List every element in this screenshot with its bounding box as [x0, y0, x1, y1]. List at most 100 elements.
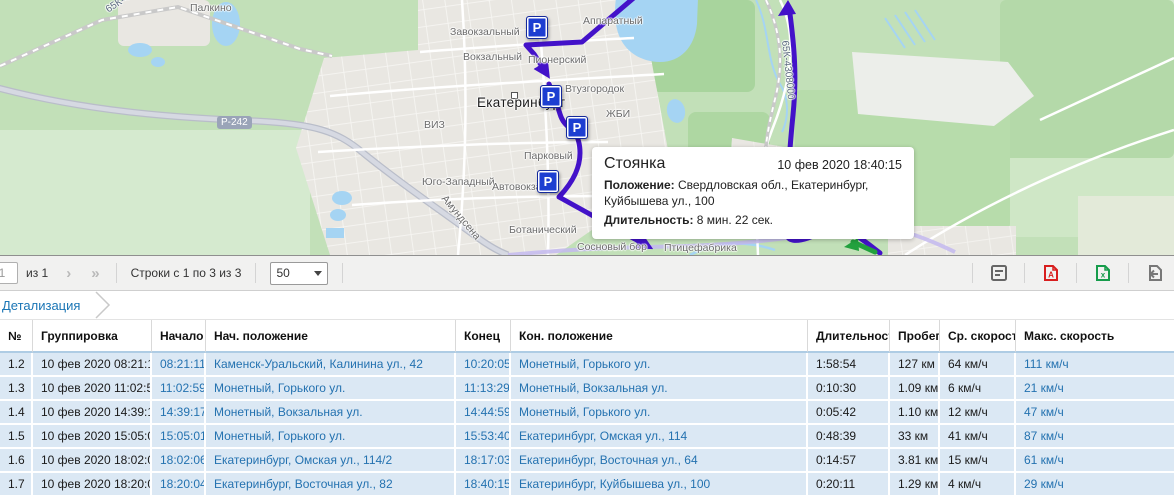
cell-link[interactable]: Монетный, Вокзальная ул. — [206, 401, 456, 425]
cell: 127 км — [890, 353, 940, 377]
cell: 1.6 — [0, 449, 33, 473]
cell: 1.4 — [0, 401, 33, 425]
cell: 0:48:39 — [808, 425, 890, 449]
cell-link[interactable]: 14:44:59 — [456, 401, 511, 425]
column-header[interactable]: Пробег — [890, 320, 940, 353]
parking-marker[interactable]: P — [526, 16, 548, 39]
breadcrumb-chevron-icon — [94, 291, 112, 319]
page-size-value: 50 — [276, 266, 289, 280]
report-export-button[interactable] — [979, 260, 1018, 286]
cell: 10 фев 2020 15:05:01 — [33, 425, 152, 449]
cell: 0:20:11 — [808, 473, 890, 496]
divider — [1128, 263, 1129, 283]
cell-link[interactable]: 18:17:03 — [456, 449, 511, 473]
divider — [972, 263, 973, 283]
divider — [116, 263, 117, 283]
divider — [255, 263, 256, 283]
cell: 10 фев 2020 18:20:04 — [33, 473, 152, 496]
column-header[interactable]: № — [0, 320, 33, 353]
pdf-icon: A — [1042, 264, 1060, 282]
cell: 3.81 км — [890, 449, 940, 473]
tab-strip: Детализация — [0, 291, 1174, 320]
column-header[interactable]: Ср. скорость — [940, 320, 1016, 353]
cell-link[interactable]: 11:13:29 — [456, 377, 511, 401]
column-header[interactable]: Нач. положение — [206, 320, 456, 353]
column-header[interactable]: Группировка — [33, 320, 152, 353]
column-header[interactable]: Макс. скорость — [1016, 320, 1174, 353]
table-row: 1.510 фев 2020 15:05:0115:05:01Монетный,… — [0, 425, 1174, 449]
last-page-button[interactable]: » — [81, 266, 109, 281]
page-input[interactable] — [0, 262, 18, 284]
cell: 64 км/ч — [940, 353, 1016, 377]
cell-link[interactable]: 18:20:04 — [152, 473, 206, 496]
column-header[interactable]: Кон. положение — [511, 320, 808, 353]
cell: 10 фев 2020 18:02:06 — [33, 449, 152, 473]
duration-label: Длительность: — [604, 213, 693, 227]
cell-link[interactable]: Екатеринбург, Восточная ул., 82 — [206, 473, 456, 496]
trips-table: №ГруппировкаНачалоНач. положениеКонецКон… — [0, 320, 1174, 496]
cell-link[interactable]: 15:53:40 — [456, 425, 511, 449]
cell-link[interactable]: 18:02:06 — [152, 449, 206, 473]
cell-link[interactable]: 111 км/ч — [1016, 353, 1174, 377]
excel-export-button[interactable]: x — [1083, 260, 1122, 286]
parking-marker[interactable]: P — [540, 85, 562, 108]
next-page-button[interactable]: › — [56, 266, 81, 281]
table-row: 1.410 фев 2020 14:39:1714:39:17Монетный,… — [0, 401, 1174, 425]
tab-detalization[interactable]: Детализация — [0, 291, 112, 319]
parking-marker[interactable]: P — [537, 170, 559, 193]
cell-link[interactable]: 47 км/ч — [1016, 401, 1174, 425]
cell: 0:10:30 — [808, 377, 890, 401]
column-header[interactable]: Начало — [152, 320, 206, 353]
cell-link[interactable]: Екатеринбург, Омская ул., 114/2 — [206, 449, 456, 473]
cell: 1:58:54 — [808, 353, 890, 377]
table-row: 1.610 фев 2020 18:02:0618:02:06Екатеринб… — [0, 449, 1174, 473]
cell-link[interactable]: 18:40:15 — [456, 473, 511, 496]
pdf-export-button[interactable]: A — [1031, 260, 1070, 286]
excel-icon: x — [1094, 264, 1112, 282]
export-icon — [1146, 264, 1164, 282]
cell: 12 км/ч — [940, 401, 1016, 425]
cell: 10 фев 2020 11:02:59 — [33, 377, 152, 401]
cell-link[interactable]: 21 км/ч — [1016, 377, 1174, 401]
pagination-toolbar: из 1 › » Строки с 1 по 3 из 3 50 A — [0, 256, 1174, 291]
cell-link[interactable]: 08:21:11 — [152, 353, 206, 377]
cell: 33 км — [890, 425, 940, 449]
table-row: 1.210 фев 2020 08:21:1108:21:11Каменск-У… — [0, 353, 1174, 377]
cell-link[interactable]: Монетный, Горького ул. — [511, 353, 808, 377]
page-size-select[interactable]: 50 — [270, 262, 328, 285]
cell-link[interactable]: Монетный, Горького ул. — [206, 377, 456, 401]
cell-link[interactable]: 87 км/ч — [1016, 425, 1174, 449]
table-header-row: №ГруппировкаНачалоНач. положениеКонецКон… — [0, 320, 1174, 353]
map-canvas[interactable]: Екатеринбург Палкино65К-410800065К-43080… — [0, 0, 1174, 256]
tooltip-duration: Длительность: 8 мин. 22 сек. — [604, 212, 902, 228]
cell-link[interactable]: 15:05:01 — [152, 425, 206, 449]
cell-link[interactable]: Екатеринбург, Куйбышева ул., 100 — [511, 473, 808, 496]
column-header[interactable]: Конец — [456, 320, 511, 353]
cell-link[interactable]: Монетный, Горького ул. — [511, 401, 808, 425]
stop-tooltip: Стоянка 10 фев 2020 18:40:15 Положение: … — [592, 147, 914, 239]
file-export-button[interactable] — [1135, 260, 1174, 286]
cell-link[interactable]: 14:39:17 — [152, 401, 206, 425]
cell-link[interactable]: 61 км/ч — [1016, 449, 1174, 473]
tooltip-timestamp: 10 фев 2020 18:40:15 — [777, 158, 902, 172]
caret-down-icon — [314, 271, 322, 276]
cell-link[interactable]: Каменск-Уральский, Калинина ул., 42 — [206, 353, 456, 377]
rows-info: Строки с 1 по 3 из 3 — [131, 266, 242, 280]
cell-link[interactable]: Екатеринбург, Омская ул., 114 — [511, 425, 808, 449]
cell-link[interactable]: Монетный, Горького ул. — [206, 425, 456, 449]
cell-link[interactable]: 29 км/ч — [1016, 473, 1174, 496]
parking-marker[interactable]: P — [566, 116, 588, 139]
cell: 1.5 — [0, 425, 33, 449]
report-icon — [990, 264, 1008, 282]
cell-link[interactable]: Монетный, Вокзальная ул. — [511, 377, 808, 401]
divider — [1024, 263, 1025, 283]
duration-value: 8 мин. 22 сек. — [697, 213, 773, 227]
column-header[interactable]: Длительность — [808, 320, 890, 353]
cell: 1.2 — [0, 353, 33, 377]
tab-label: Детализация — [2, 298, 80, 313]
cell-link[interactable]: 10:20:05 — [456, 353, 511, 377]
cell-link[interactable]: 11:02:59 — [152, 377, 206, 401]
page-total: из 1 — [26, 266, 48, 280]
cell: 41 км/ч — [940, 425, 1016, 449]
cell-link[interactable]: Екатеринбург, Восточная ул., 64 — [511, 449, 808, 473]
